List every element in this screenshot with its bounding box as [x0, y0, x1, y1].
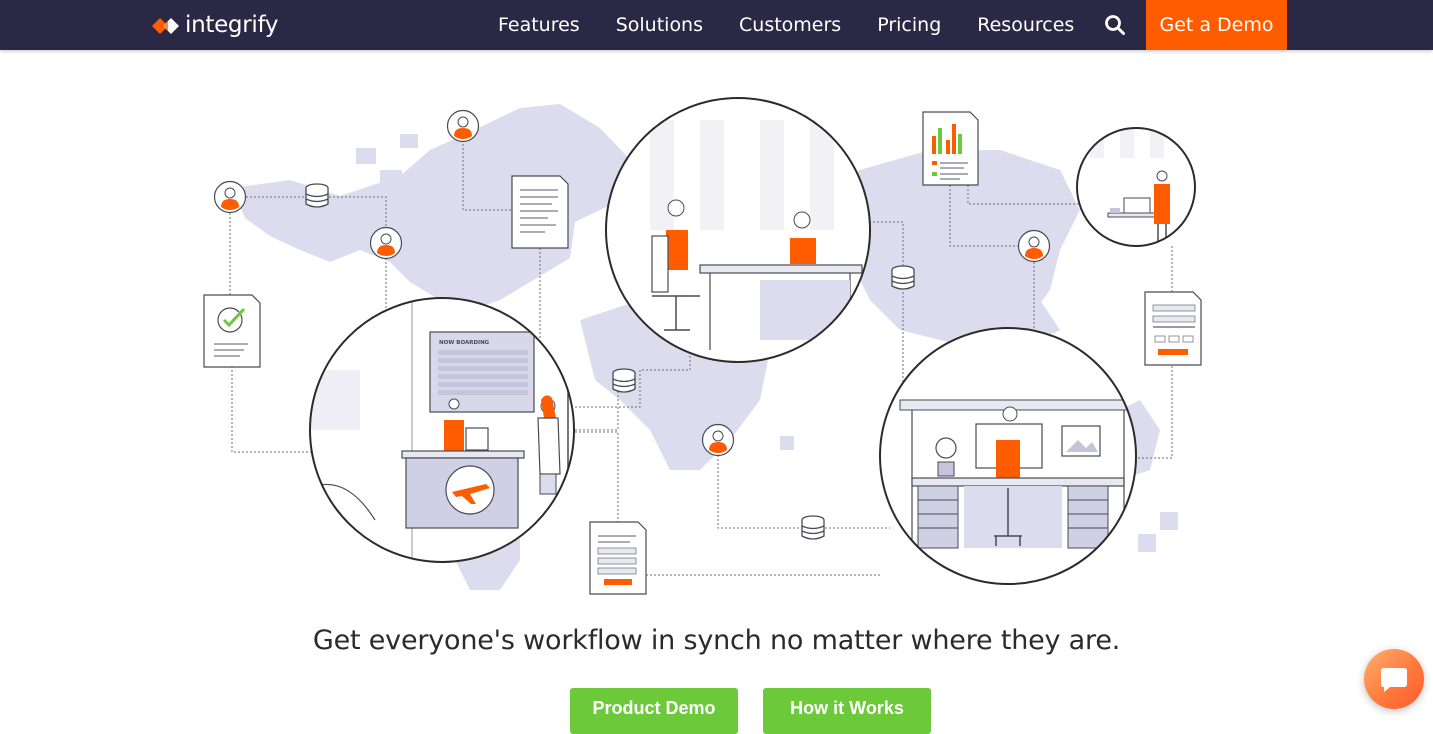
- nav-item-customers[interactable]: Customers: [739, 14, 841, 36]
- nav-item-pricing[interactable]: Pricing: [877, 14, 941, 36]
- how-it-works-button[interactable]: How it Works: [763, 688, 931, 734]
- chat-bubble-icon: [1381, 668, 1407, 692]
- airport-checkin-scene: NOW BOARDING: [309, 297, 575, 563]
- product-demo-button[interactable]: Product Demo: [570, 688, 738, 734]
- office-desk-scene: [879, 327, 1137, 585]
- form-document-icon: [1144, 291, 1202, 366]
- main-menu: Features Solutions Customers Pricing Res…: [480, 0, 1092, 50]
- database-icon: [891, 265, 915, 290]
- nav-item-resources[interactable]: Resources: [977, 14, 1074, 36]
- logo-text: integrify: [185, 12, 279, 38]
- hero-illustration: NOW BOARDING: [0, 50, 1433, 610]
- world-workflow-illustration: NOW BOARDING: [203, 97, 1202, 595]
- nav-item-features[interactable]: Features: [498, 14, 580, 36]
- database-icon: [612, 368, 636, 393]
- meeting-room-scene: [605, 97, 871, 363]
- logo[interactable]: integrify: [150, 12, 278, 40]
- hero-tagline: Get everyone's workflow in synch no matt…: [312, 625, 1121, 656]
- report-chart-document-icon: [922, 111, 979, 186]
- approval-document-icon: [203, 294, 261, 368]
- user-avatar-icon: [1017, 229, 1051, 263]
- user-avatar-icon: [446, 109, 480, 143]
- database-icon: [801, 515, 825, 540]
- user-avatar-icon: [369, 226, 403, 260]
- integrify-logo-icon: [152, 18, 179, 34]
- top-navbar: integrify Features Solutions Customers P…: [0, 0, 1433, 50]
- search-icon: [1105, 15, 1125, 35]
- search-button[interactable]: [1103, 13, 1127, 37]
- get-a-demo-button[interactable]: Get a Demo: [1146, 0, 1287, 50]
- nav-item-solutions[interactable]: Solutions: [616, 14, 703, 36]
- chat-widget-button[interactable]: [1364, 649, 1424, 709]
- user-avatar-icon: [213, 180, 247, 214]
- form-document-icon: [589, 521, 647, 595]
- remote-worker-scene: [1076, 127, 1196, 247]
- database-icon: [305, 183, 329, 208]
- boarding-sign-text: NOW BOARDING: [439, 340, 490, 346]
- text-document-icon: [511, 175, 569, 249]
- user-avatar-icon: [701, 423, 735, 457]
